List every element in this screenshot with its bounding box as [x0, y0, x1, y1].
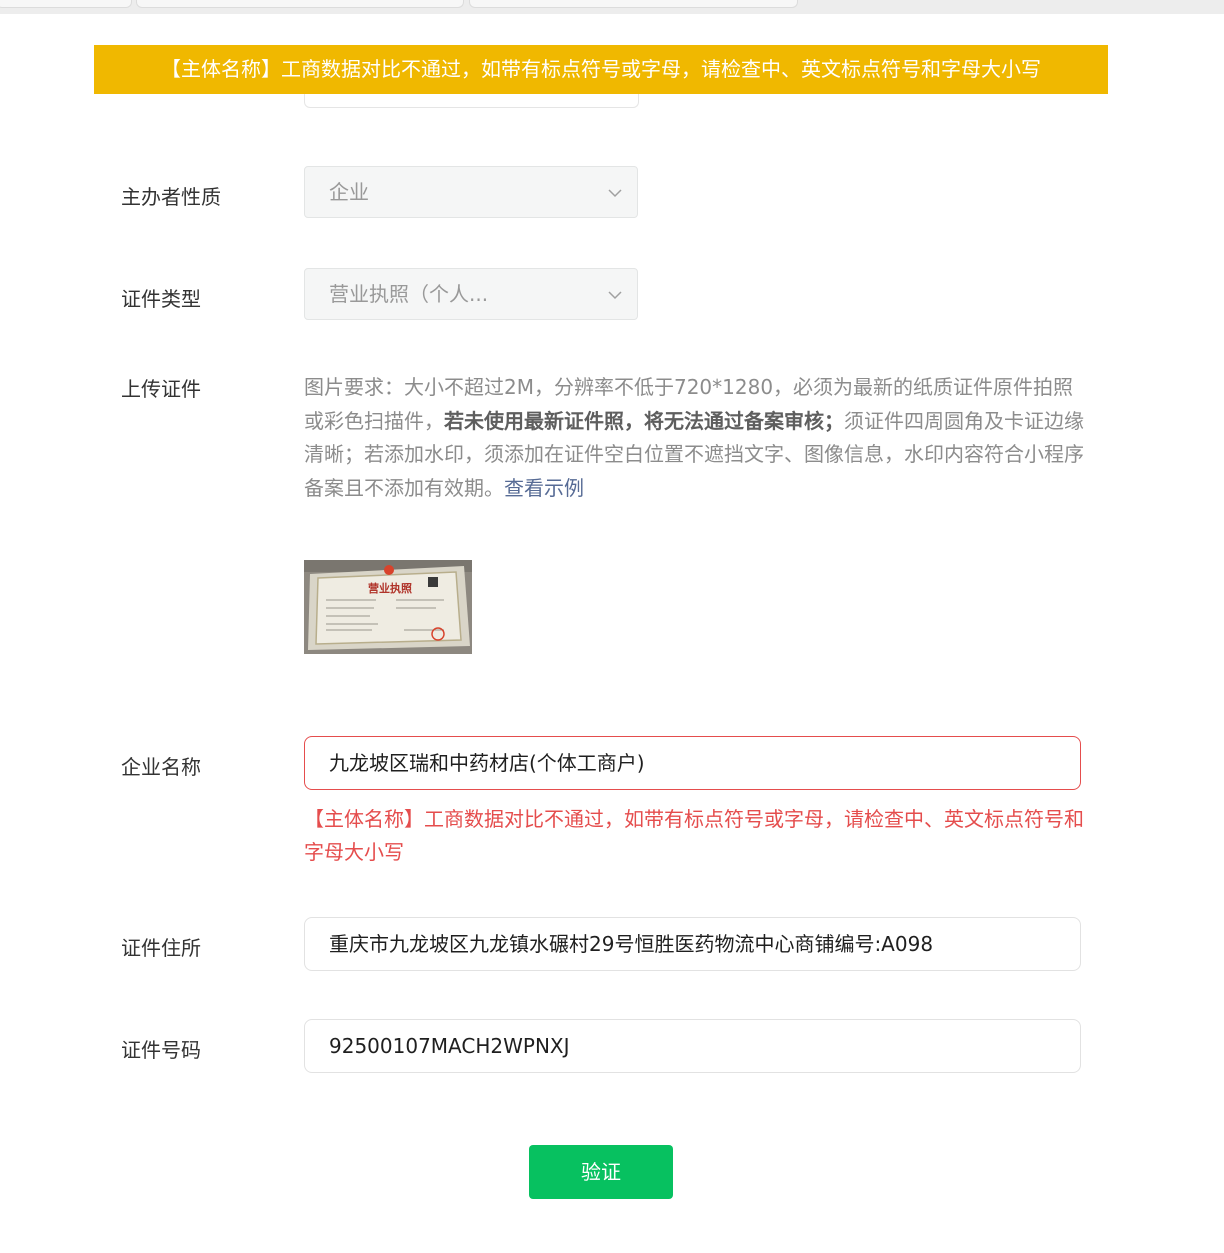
requirements-warning: 若未使用最新证件照，将无法通过备案审核； — [444, 408, 844, 433]
address-value: 重庆市九龙坡区九龙镇水碾村29号恒胜医药物流中心商铺编号:A098 — [329, 932, 934, 956]
license-photo-title: 营业执照 — [368, 581, 412, 595]
error-toast: 【主体名称】工商数据对比不通过，如带有标点符号或字母，请检查中、英文标点符号和字… — [94, 45, 1108, 94]
chevron-down-icon — [608, 189, 622, 198]
top-tab[interactable] — [469, 0, 798, 8]
view-example-link[interactable]: 查看示例 — [504, 476, 584, 500]
organizer-type-value: 企业 — [329, 180, 369, 204]
cert-type-value: 营业执照（个人... — [329, 282, 489, 306]
organizer-type-label: 主办者性质 — [121, 185, 221, 209]
license-photo: 营业执照 — [304, 560, 472, 654]
company-name-label: 企业名称 — [121, 755, 201, 779]
organizer-type-select[interactable]: 企业 — [304, 166, 638, 218]
top-tab[interactable] — [0, 0, 132, 8]
uploaded-license-thumbnail[interactable]: 营业执照 — [304, 560, 472, 654]
cert-type-select[interactable]: 营业执照（个人... — [304, 268, 638, 320]
cert-type-label: 证件类型 — [121, 287, 201, 311]
cert-number-input[interactable]: 92500107MACH2WPNXJ — [304, 1019, 1081, 1073]
upload-label: 上传证件 — [121, 377, 201, 401]
address-input[interactable]: 重庆市九龙坡区九龙镇水碾村29号恒胜医药物流中心商铺编号:A098 — [304, 917, 1081, 971]
company-name-error: 【主体名称】工商数据对比不通过，如带有标点符号或字母，请检查中、英文标点符号和字… — [304, 807, 1084, 864]
chevron-down-icon — [608, 291, 622, 300]
cert-number-value: 92500107MACH2WPNXJ — [329, 1034, 570, 1058]
company-name-value: 九龙坡区瑞和中药材店(个体工商户) — [329, 751, 645, 775]
upload-requirements: 图片要求：大小不超过2M，分辨率不低于720*1280，必须为最新的纸质证件原件… — [304, 371, 1084, 505]
address-label: 证件住所 — [121, 936, 201, 960]
top-tab[interactable] — [136, 0, 464, 8]
cert-number-label: 证件号码 — [121, 1038, 201, 1062]
verify-button[interactable]: 验证 — [529, 1145, 673, 1199]
company-name-input[interactable]: 九龙坡区瑞和中药材店(个体工商户) — [304, 736, 1081, 790]
browser-top-strip — [0, 0, 1224, 14]
